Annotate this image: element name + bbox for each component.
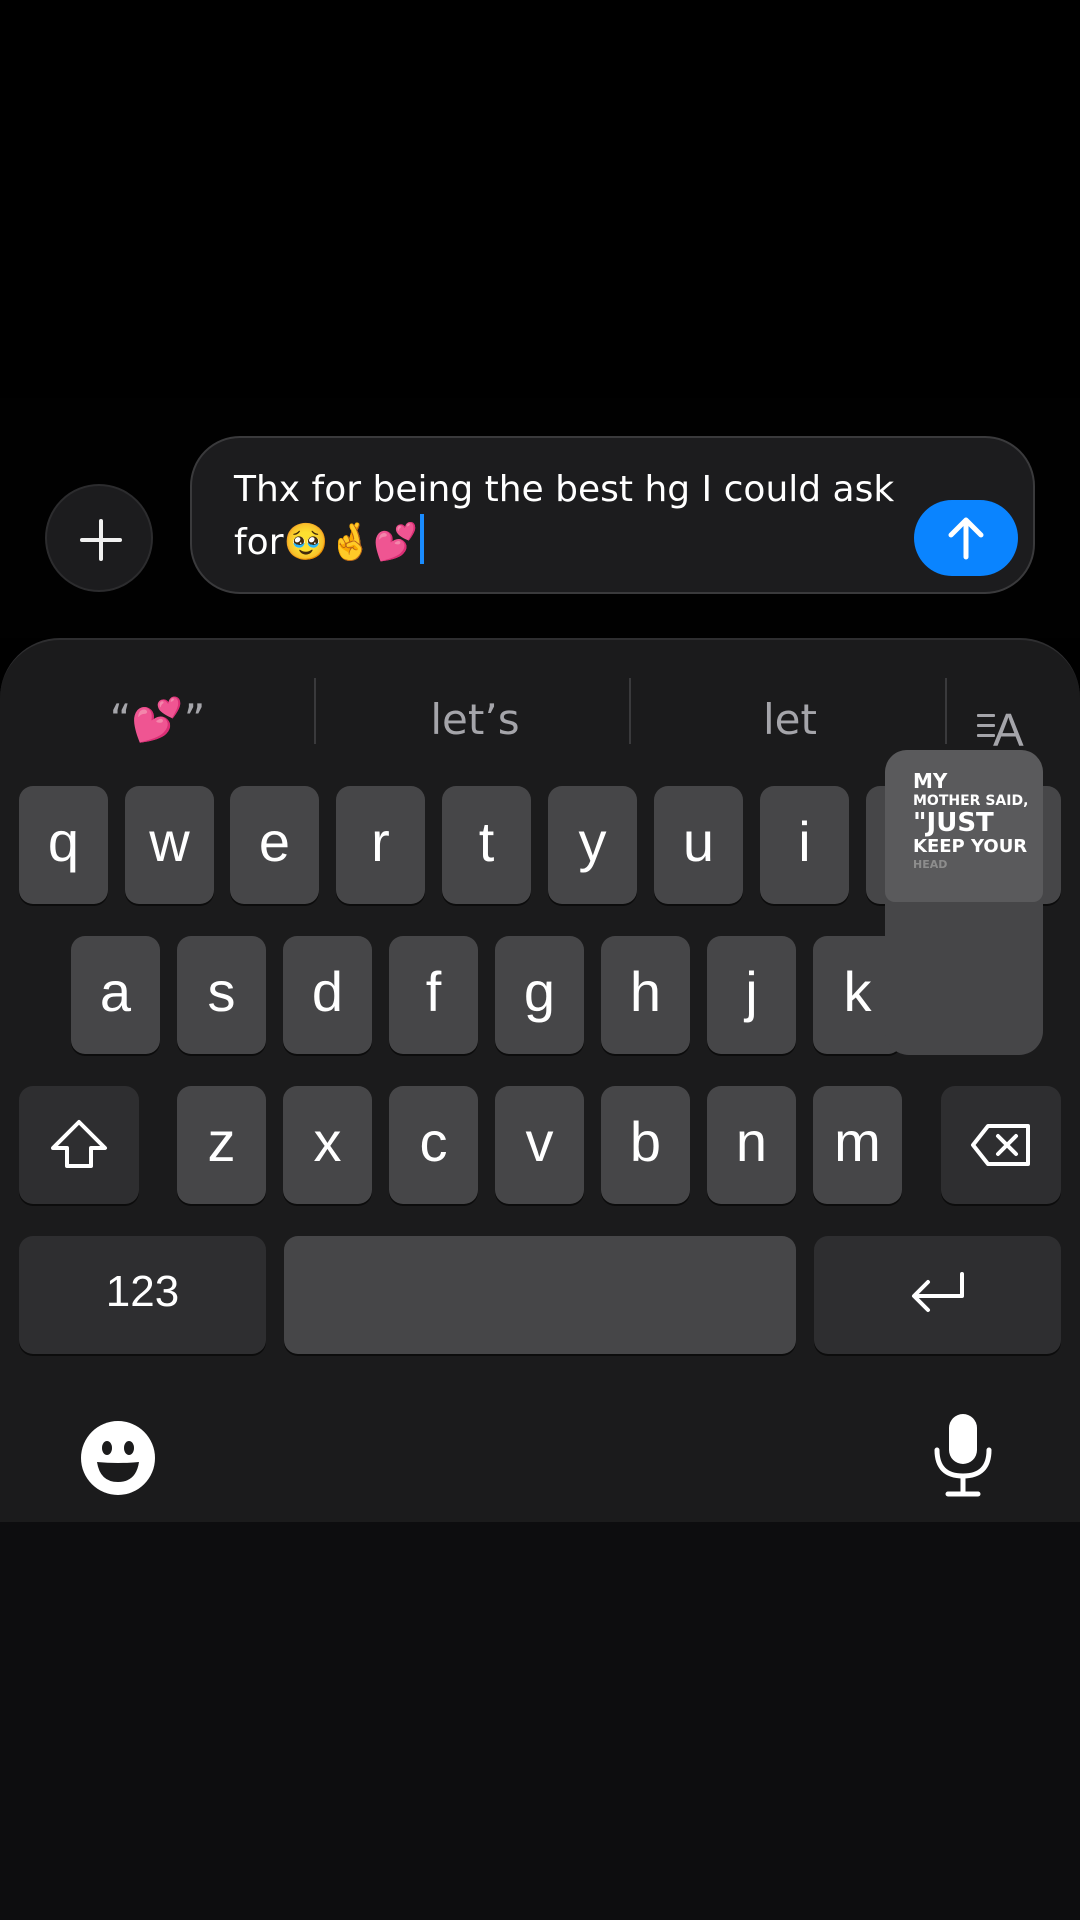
suggestion-1[interactable]: “💕”	[50, 680, 265, 760]
suggestion-divider	[945, 678, 947, 744]
key-z[interactable]: z	[177, 1086, 266, 1204]
key-n[interactable]: n	[707, 1086, 796, 1204]
key-w[interactable]: w	[125, 786, 214, 904]
message-input[interactable]: Thx for being the best hg I could ask fo…	[190, 436, 1035, 594]
suggestion-2[interactable]: let’s	[330, 680, 620, 760]
suggestion-divider	[629, 678, 631, 744]
delete-key[interactable]	[941, 1086, 1061, 1204]
key-i[interactable]: i	[760, 786, 849, 904]
key-b[interactable]: b	[601, 1086, 690, 1204]
numbers-key[interactable]: 123	[19, 1236, 266, 1354]
shift-key[interactable]	[19, 1086, 139, 1204]
shift-icon	[51, 1120, 107, 1168]
return-key[interactable]	[814, 1236, 1061, 1354]
key-v[interactable]: v	[495, 1086, 584, 1204]
send-button[interactable]	[914, 500, 1018, 576]
add-attachment-button[interactable]	[45, 484, 153, 592]
key-r[interactable]: r	[336, 786, 425, 904]
key-a[interactable]: a	[71, 936, 160, 1054]
key-x[interactable]: x	[283, 1086, 372, 1204]
space-key[interactable]	[284, 1236, 796, 1354]
message-text: Thx for being the best hg I could ask fo…	[234, 469, 895, 563]
key-g[interactable]: g	[495, 936, 584, 1054]
key-c[interactable]: c	[389, 1086, 478, 1204]
key-h[interactable]: h	[601, 936, 690, 1054]
key-e[interactable]: e	[230, 786, 319, 904]
key-preview-sticker: MY MOTHER SAID, "JUST KEEP YOUR HEAD	[885, 750, 1043, 902]
key-d[interactable]: d	[283, 936, 372, 1054]
backspace-icon	[971, 1124, 1030, 1166]
arrow-up-icon	[948, 517, 984, 560]
key-q[interactable]: q	[19, 786, 108, 904]
suggestion-3[interactable]: let	[645, 680, 935, 760]
microphone-icon[interactable]	[930, 1412, 996, 1498]
keyboard: “💕” let’s let A q w e r t y u i a s d f …	[0, 638, 1080, 1522]
home-indicator-area	[0, 1522, 1080, 1920]
key-y[interactable]: y	[548, 786, 637, 904]
suggestion-divider	[314, 678, 316, 744]
text-cursor	[419, 514, 424, 564]
key-j[interactable]: j	[707, 936, 796, 1054]
status-area	[0, 0, 1080, 398]
writing-tools-icon[interactable]: A	[975, 698, 1045, 758]
key-u[interactable]: u	[654, 786, 743, 904]
key-f[interactable]: f	[389, 936, 478, 1054]
key-t[interactable]: t	[442, 786, 531, 904]
return-icon	[911, 1272, 964, 1312]
emoji-icon[interactable]	[80, 1420, 156, 1496]
key-s[interactable]: s	[177, 936, 266, 1054]
key-m[interactable]: m	[813, 1086, 902, 1204]
